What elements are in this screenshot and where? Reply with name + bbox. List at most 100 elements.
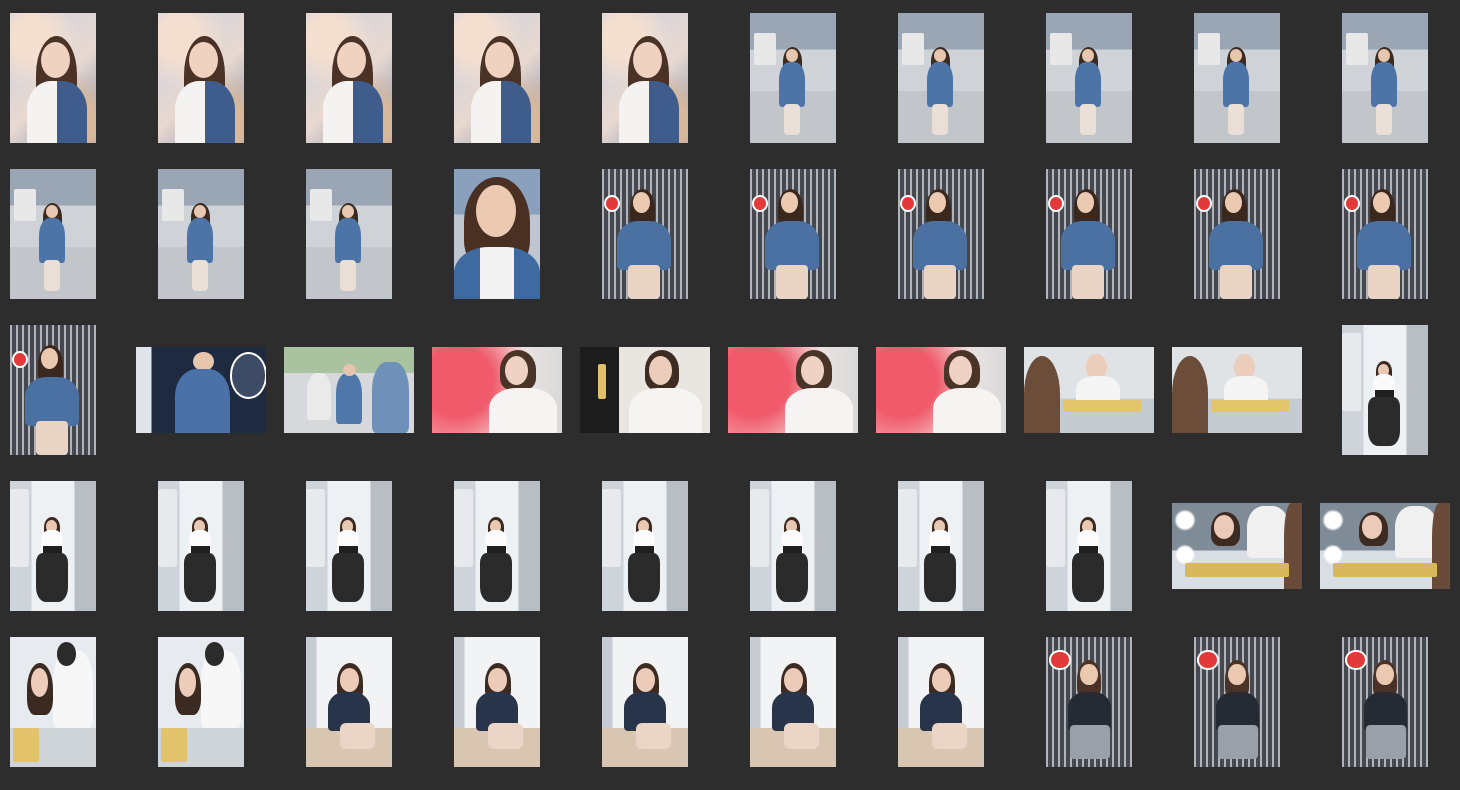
photo-thumbnail[interactable] [10,637,96,767]
photo-thumbnail[interactable] [750,637,836,767]
thumbnail-detail [1024,355,1061,433]
photo-thumbnail[interactable] [158,481,244,611]
thumbnail-detail [336,372,362,425]
photo-thumbnail[interactable] [1194,13,1280,143]
thumbnail-detail [627,552,661,602]
thumbnail-detail [476,184,516,237]
photo-thumbnail[interactable] [10,169,96,299]
photo-thumbnail[interactable] [136,347,266,433]
photo-thumbnail[interactable] [1172,503,1302,589]
photo-thumbnail[interactable] [158,637,244,767]
photo-thumbnail[interactable] [306,637,392,767]
thumbnail-detail [1080,664,1098,686]
photo-thumbnail[interactable] [1046,169,1132,299]
thumbnail-detail [923,552,957,602]
thumbnail-detail [784,668,804,692]
thumbnail-detail [800,355,825,385]
thumbnail-detail [340,668,360,692]
photo-thumbnail[interactable] [580,347,710,433]
photo-thumbnail[interactable] [1046,13,1132,143]
photo-thumbnail[interactable] [454,13,540,143]
photo-thumbnail[interactable] [10,13,96,143]
thumbnail-detail [188,41,219,78]
photo-thumbnail[interactable] [454,481,540,611]
photo-thumbnail[interactable] [602,481,688,611]
thumbnail-detail [765,221,819,271]
photo-thumbnail[interactable] [898,13,984,143]
thumbnail-detail [1061,221,1115,271]
thumbnail-detail [39,218,66,263]
photo-thumbnail[interactable] [1194,637,1280,767]
photo-thumbnail[interactable] [602,637,688,767]
photo-thumbnail[interactable] [306,169,392,299]
photo-thumbnail[interactable] [602,169,688,299]
photo-thumbnail[interactable] [306,481,392,611]
thumbnail-detail [948,355,973,385]
photo-thumbnail[interactable] [158,13,244,143]
thumbnail-detail [1071,552,1105,602]
photo-thumbnail[interactable] [1194,169,1280,299]
photo-thumbnail[interactable] [1046,637,1132,767]
thumbnail-detail [1070,725,1110,760]
thumbnail-detail [158,488,177,567]
thumbnail-detail [632,41,663,78]
photo-thumbnail[interactable] [898,637,984,767]
thumbnail-detail [775,265,809,299]
thumbnail-detail [340,722,375,749]
photo-thumbnail[interactable] [1342,169,1428,299]
thumbnail-detail [162,188,184,221]
thumbnail-detail [751,195,768,212]
thumbnail-detail [306,488,325,567]
photo-thumbnail[interactable] [750,481,836,611]
photo-thumbnail[interactable] [1320,503,1450,589]
thumbnail-detail [617,221,671,271]
thumbnail-detail [932,722,967,749]
photo-thumbnail[interactable] [1342,637,1428,767]
thumbnail-detail [25,377,79,427]
thumbnail-detail [307,372,331,421]
photo-thumbnail[interactable] [750,169,836,299]
thumbnail-detail [44,260,60,292]
thumbnail-detail [342,364,356,377]
photo-thumbnail[interactable] [284,347,414,433]
photo-thumbnail[interactable] [1342,13,1428,143]
thumbnail-detail [310,188,332,221]
thumbnail-detail [1333,563,1437,577]
thumbnail-detail [336,41,367,78]
photo-thumbnail[interactable] [898,481,984,611]
photo-thumbnail[interactable] [306,13,392,143]
thumbnail-detail [454,247,540,299]
thumbnail-detail [1376,104,1392,136]
photo-thumbnail[interactable] [1046,481,1132,611]
thumbnail-detail [193,352,214,372]
thumbnail-detail [175,80,236,143]
photo-thumbnail[interactable] [454,637,540,767]
thumbnail-detail [629,388,703,433]
thumbnail-detail [40,41,71,78]
thumbnail-detail [1247,506,1289,559]
photo-thumbnail[interactable] [1172,347,1302,433]
thumbnail-detail [13,728,40,762]
photo-thumbnail[interactable] [1342,325,1428,455]
photo-thumbnail[interactable] [454,169,540,299]
photo-thumbnail[interactable] [1024,347,1154,433]
photo-thumbnail[interactable] [898,169,984,299]
photo-thumbnail[interactable] [876,347,1006,433]
thumbnail-detail [1343,195,1360,212]
thumbnail-detail [1366,725,1406,760]
photo-thumbnail[interactable] [750,13,836,143]
photo-thumbnail[interactable] [10,481,96,611]
photo-thumbnail[interactable] [158,169,244,299]
thumbnail-detail [933,388,1001,433]
thumbnail-detail [14,188,36,221]
photo-thumbnail[interactable] [432,347,562,433]
thumbnail-detail [779,62,806,107]
thumbnail-detail [636,668,656,692]
photo-thumbnail[interactable] [728,347,858,433]
thumbnail-detail [192,260,208,292]
thumbnail-detail [1197,650,1219,670]
thumbnail-detail [331,552,365,602]
photo-thumbnail[interactable] [602,13,688,143]
thumbnail-detail [489,388,557,433]
photo-thumbnail[interactable] [10,325,96,455]
